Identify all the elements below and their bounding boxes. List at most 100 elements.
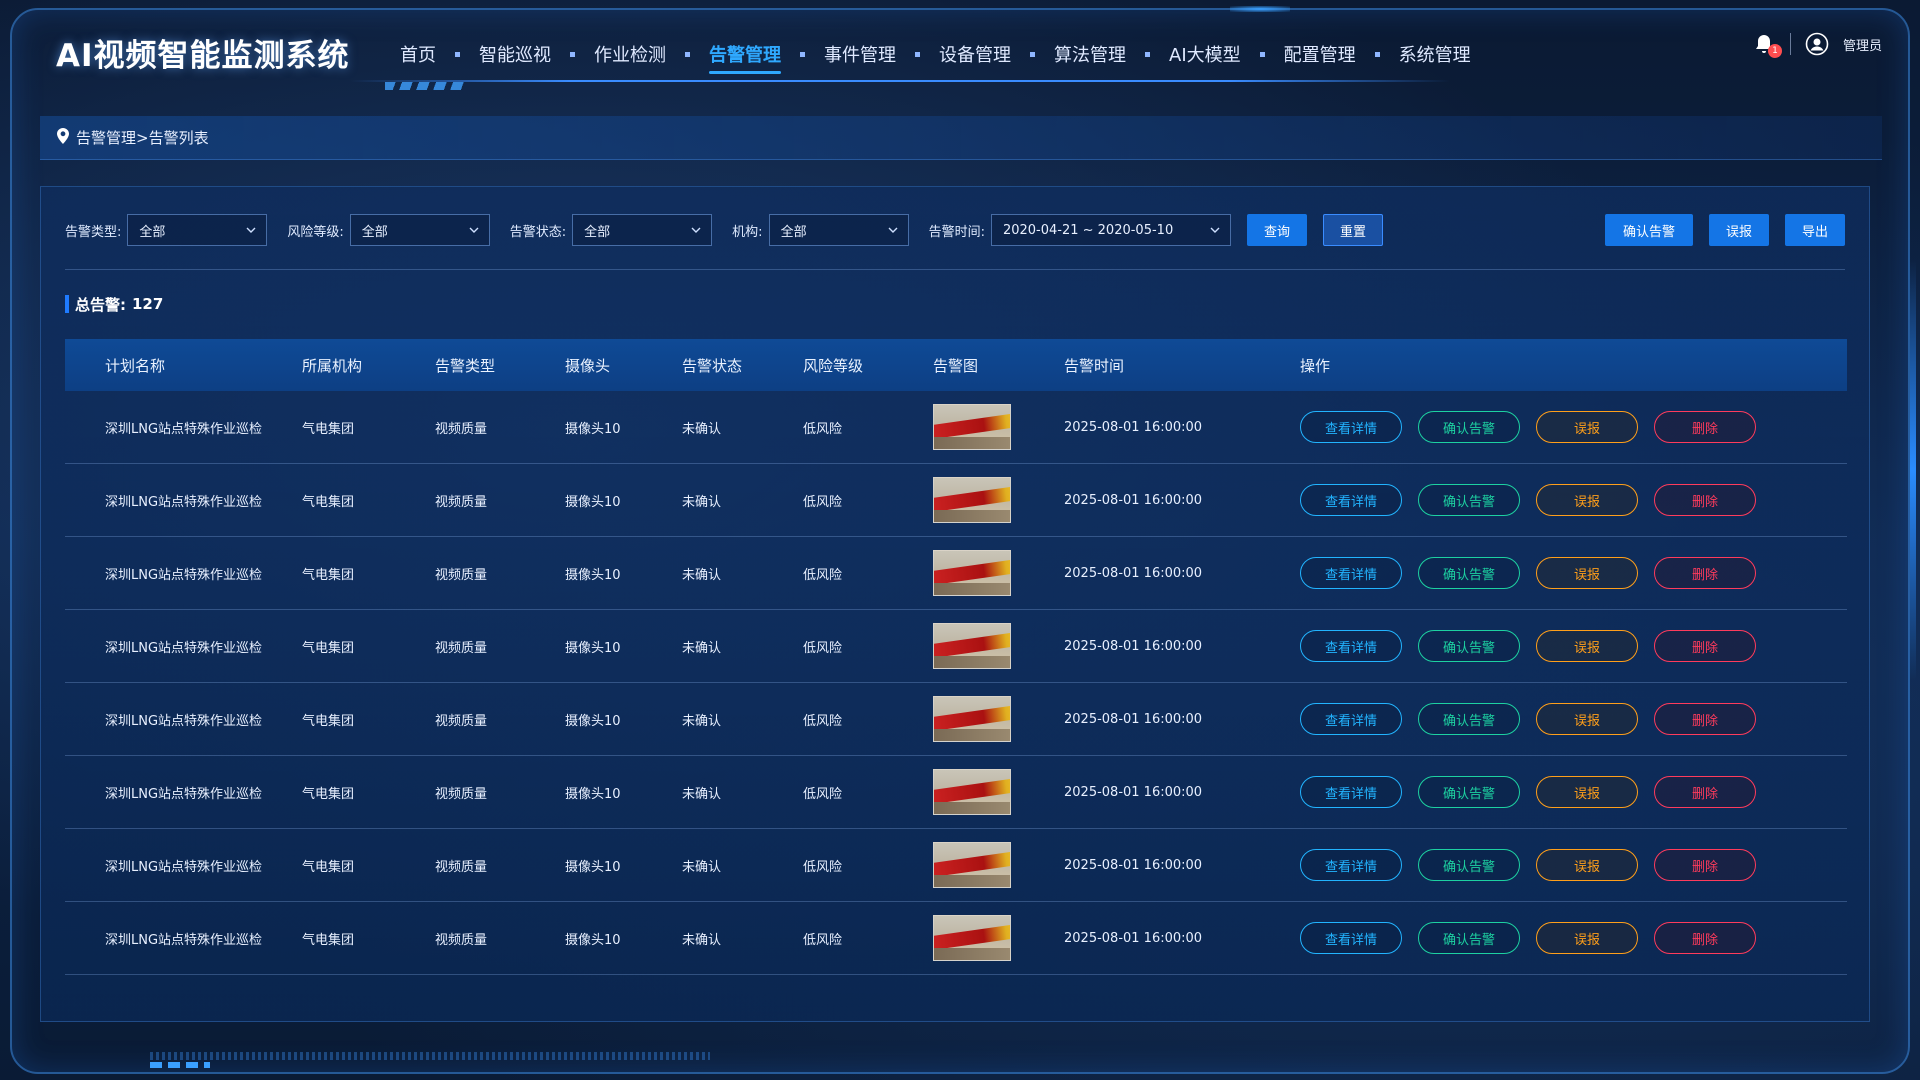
- nav-item-smart-patrol[interactable]: 智能巡视: [479, 34, 551, 74]
- confirm-alarm-row-button[interactable]: 确认告警: [1418, 630, 1520, 662]
- table-row[interactable]: 深圳LNG站点特殊作业巡检 气电集团 视频质量 摄像头10 未确认 低风险 2025-08-…: [65, 610, 1847, 683]
- confirm-alarm-row-button[interactable]: 确认告警: [1418, 849, 1520, 881]
- alarm-type-select[interactable]: 全部: [127, 214, 268, 246]
- view-details-button[interactable]: 查看详情: [1300, 411, 1402, 443]
- col-org[interactable]: 所属机构: [302, 355, 435, 376]
- table-row[interactable]: 深圳LNG站点特殊作业巡检 气电集团 视频质量 摄像头10 未确认 低风险 2025-08-…: [65, 683, 1847, 756]
- nav-item-home[interactable]: 首页: [400, 34, 436, 74]
- org-label: 机构:: [732, 224, 763, 240]
- alarm-thumbnail[interactable]: [933, 696, 1011, 742]
- false-alarm-button[interactable]: 误报: [1709, 214, 1769, 246]
- col-alarm-status[interactable]: 告警状态: [682, 355, 803, 376]
- false-alarm-row-button[interactable]: 误报: [1536, 557, 1638, 589]
- view-details-button[interactable]: 查看详情: [1300, 849, 1402, 881]
- false-alarm-row-button[interactable]: 误报: [1536, 922, 1638, 954]
- col-plan-name[interactable]: 计划名称: [65, 355, 302, 376]
- chevron-down-icon: [469, 227, 479, 233]
- org-select[interactable]: 全部: [768, 214, 909, 246]
- confirm-alarm-row-button[interactable]: 确认告警: [1418, 484, 1520, 516]
- view-details-button[interactable]: 查看详情: [1300, 703, 1402, 735]
- col-risk-level[interactable]: 风险等级: [803, 355, 933, 376]
- delete-button[interactable]: 删除: [1654, 484, 1756, 516]
- delete-button[interactable]: 删除: [1654, 922, 1756, 954]
- delete-button[interactable]: 删除: [1654, 849, 1756, 881]
- alarm-thumbnail[interactable]: [933, 842, 1011, 888]
- confirm-alarm-row-button[interactable]: 确认告警: [1418, 557, 1520, 589]
- table-row[interactable]: 深圳LNG站点特殊作业巡检 气电集团 视频质量 摄像头10 未确认 低风险 2025-08-…: [65, 391, 1847, 464]
- alarm-thumbnail[interactable]: [933, 623, 1011, 669]
- view-details-button[interactable]: 查看详情: [1300, 922, 1402, 954]
- false-alarm-row-button[interactable]: 误报: [1536, 411, 1638, 443]
- nav-item-event-management[interactable]: 事件管理: [824, 34, 896, 74]
- table-header: 计划名称 所属机构 告警类型 摄像头 告警状态 风险等级 告警图 告警时间 操作: [65, 339, 1847, 391]
- alarm-time-range[interactable]: 2020-04-21 ~ 2020-05-10: [990, 214, 1231, 246]
- cell-alarm-image: [933, 696, 1064, 742]
- username[interactable]: 管理员: [1843, 35, 1882, 54]
- app-title: AI视频智能监测系统: [56, 38, 350, 74]
- query-button[interactable]: 查询: [1246, 214, 1307, 246]
- false-alarm-row-button[interactable]: 误报: [1536, 484, 1638, 516]
- alarm-thumbnail[interactable]: [933, 550, 1011, 596]
- alarm-thumbnail[interactable]: [933, 477, 1011, 523]
- view-details-button[interactable]: 查看详情: [1300, 484, 1402, 516]
- nav-item-device-management[interactable]: 设备管理: [939, 34, 1011, 74]
- cell-plan-name: 深圳LNG站点特殊作业巡检: [105, 640, 263, 656]
- cell-org: 气电集团: [302, 786, 355, 802]
- footer-decoration: [150, 1052, 710, 1060]
- alarm-status-select[interactable]: 全部: [572, 214, 713, 246]
- confirm-alarm-row-button[interactable]: 确认告警: [1418, 703, 1520, 735]
- cell-alarm-type: 视频质量: [435, 786, 488, 802]
- cell-alarm-status: 未确认: [682, 713, 722, 729]
- nav-item-ai-model[interactable]: AI大模型: [1169, 34, 1241, 74]
- view-details-button[interactable]: 查看详情: [1300, 776, 1402, 808]
- confirm-alarm-row-button[interactable]: 确认告警: [1418, 922, 1520, 954]
- table-row[interactable]: 深圳LNG站点特殊作业巡检 气电集团 视频质量 摄像头10 未确认 低风险 2025-08-…: [65, 829, 1847, 902]
- alarm-time-value: 2020-04-21 ~ 2020-05-10: [1002, 222, 1174, 238]
- false-alarm-row-button[interactable]: 误报: [1536, 703, 1638, 735]
- alarm-table: 计划名称 所属机构 告警类型 摄像头 告警状态 风险等级 告警图 告警时间 操作…: [65, 339, 1847, 975]
- nav-item-config-management[interactable]: 配置管理: [1284, 34, 1356, 74]
- export-button[interactable]: 导出: [1785, 214, 1845, 246]
- delete-button[interactable]: 删除: [1654, 557, 1756, 589]
- risk-level-select[interactable]: 全部: [349, 214, 490, 246]
- nav-separator: [685, 51, 690, 57]
- confirm-alarm-button[interactable]: 确认告警: [1605, 214, 1693, 246]
- alarm-type-value: 全部: [139, 224, 166, 240]
- cell-org: 气电集团: [302, 567, 355, 583]
- col-alarm-time[interactable]: 告警时间: [1064, 355, 1300, 376]
- chevron-down-icon: [1210, 227, 1220, 233]
- false-alarm-row-button[interactable]: 误报: [1536, 630, 1638, 662]
- chevron-down-icon: [691, 227, 701, 233]
- delete-button[interactable]: 删除: [1654, 703, 1756, 735]
- table-row[interactable]: 深圳LNG站点特殊作业巡检 气电集团 视频质量 摄像头10 未确认 低风险 2025-08-…: [65, 537, 1847, 610]
- content-panel: 告警类型: 全部 风险等级: 全部 告警状态: 全部 机构: 全部 告警时间: …: [40, 186, 1870, 1022]
- alarm-thumbnail[interactable]: [933, 404, 1011, 450]
- table-row[interactable]: 深圳LNG站点特殊作业巡检 气电集团 视频质量 摄像头10 未确认 低风险 2025-08-…: [65, 902, 1847, 975]
- nav-item-system-management[interactable]: 系统管理: [1399, 34, 1471, 74]
- false-alarm-row-button[interactable]: 误报: [1536, 849, 1638, 881]
- col-camera[interactable]: 摄像头: [565, 355, 682, 376]
- nav-item-alarm-management[interactable]: 告警管理: [709, 34, 781, 74]
- nav-item-algorithm-management[interactable]: 算法管理: [1054, 34, 1126, 74]
- nav-item-work-detection[interactable]: 作业检测: [594, 34, 666, 74]
- delete-button[interactable]: 删除: [1654, 776, 1756, 808]
- false-alarm-row-button[interactable]: 误报: [1536, 776, 1638, 808]
- cell-actions: 查看详情 确认告警 误报 删除: [1300, 849, 1847, 881]
- bell-icon[interactable]: 1: [1752, 32, 1782, 58]
- alarm-thumbnail[interactable]: [933, 915, 1011, 961]
- confirm-alarm-row-button[interactable]: 确认告警: [1418, 776, 1520, 808]
- header: AI视频智能监测系统 首页 智能巡视 作业检测 告警管理 事件管理 设备管理 算…: [0, 0, 1920, 95]
- view-details-button[interactable]: 查看详情: [1300, 630, 1402, 662]
- view-details-button[interactable]: 查看详情: [1300, 557, 1402, 589]
- confirm-alarm-row-button[interactable]: 确认告警: [1418, 411, 1520, 443]
- alarm-thumbnail[interactable]: [933, 769, 1011, 815]
- user-avatar-icon[interactable]: [1805, 32, 1829, 56]
- cell-plan-name: 深圳LNG站点特殊作业巡检: [105, 567, 263, 583]
- delete-button[interactable]: 删除: [1654, 411, 1756, 443]
- reset-button[interactable]: 重置: [1322, 214, 1383, 246]
- delete-button[interactable]: 删除: [1654, 630, 1756, 662]
- table-row[interactable]: 深圳LNG站点特殊作业巡检 气电集团 视频质量 摄像头10 未确认 低风险 2025-08-…: [65, 464, 1847, 537]
- col-alarm-type[interactable]: 告警类型: [435, 355, 565, 376]
- table-row[interactable]: 深圳LNG站点特殊作业巡检 气电集团 视频质量 摄像头10 未确认 低风险 2025-08-…: [65, 756, 1847, 829]
- cell-actions: 查看详情 确认告警 误报 删除: [1300, 776, 1847, 808]
